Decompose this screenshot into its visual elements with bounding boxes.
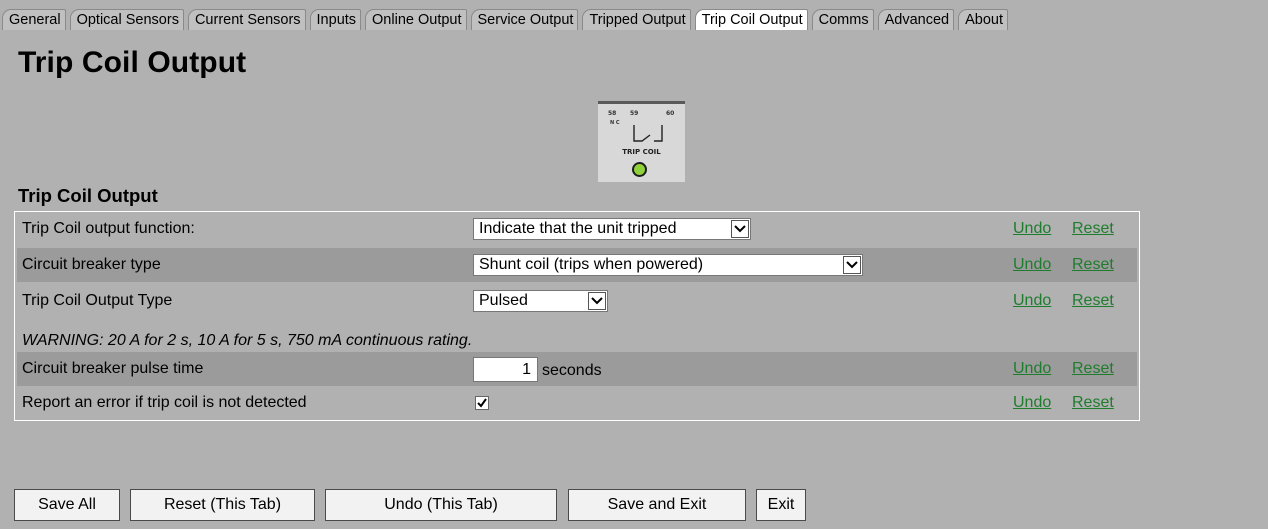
reset-link[interactable]: Reset <box>1072 212 1114 246</box>
label-report-error: Report an error if trip coil is not dete… <box>22 394 307 411</box>
tab-current-sensors[interactable]: Current Sensors <box>187 9 306 30</box>
label-circuit-breaker-type: Circuit breaker type <box>22 256 161 273</box>
settings-panel: Trip Coil output function: Indicate that… <box>14 211 1140 421</box>
tab-content: Trip Coil Output 58 59 60 N C TRIP COIL … <box>0 30 1268 529</box>
select-value: Shunt coil (trips when powered) <box>479 256 704 273</box>
tab-inputs[interactable]: Inputs <box>309 9 362 30</box>
tab-bar: General Optical Sensors Current Sensors … <box>2 9 1008 30</box>
trip-coil-graphic: 58 59 60 N C TRIP COIL <box>598 101 685 182</box>
undo-link[interactable]: Undo <box>1013 352 1051 386</box>
reset-link[interactable]: Reset <box>1072 352 1114 386</box>
tab-advanced[interactable]: Advanced <box>877 9 955 30</box>
tab-trip-coil-output[interactable]: Trip Coil Output <box>694 9 808 30</box>
checkmark-icon <box>477 398 487 408</box>
row-trip-coil-function: Trip Coil output function: Indicate that… <box>17 212 1137 246</box>
chevron-down-icon <box>843 256 861 274</box>
chevron-down-icon <box>731 220 749 238</box>
select-value: Indicate that the unit tripped <box>479 220 677 237</box>
report-error-checkbox[interactable] <box>475 396 489 410</box>
reset-link[interactable]: Reset <box>1072 284 1114 318</box>
row-report-error: Report an error if trip coil is not dete… <box>17 386 1137 420</box>
tab-about[interactable]: About <box>958 9 1008 30</box>
label-pulse-time: Circuit breaker pulse time <box>22 360 204 377</box>
row-circuit-breaker-type: Circuit breaker type Shunt coil (trips w… <box>17 248 1137 282</box>
chevron-down-icon <box>588 292 606 310</box>
select-trip-coil-output-type[interactable]: Pulsed <box>473 290 608 312</box>
section-title: Trip Coil Output <box>18 185 158 206</box>
label-trip-coil-output-type: Trip Coil Output Type <box>22 292 173 309</box>
tab-tripped-output[interactable]: Tripped Output <box>582 9 691 30</box>
label-trip-coil-function: Trip Coil output function: <box>22 220 195 237</box>
save-and-exit-button[interactable]: Save and Exit <box>568 489 746 521</box>
row-pulse-time: Circuit breaker pulse time 1 seconds Und… <box>17 352 1137 386</box>
page-title: Trip Coil Output <box>18 46 247 79</box>
undo-link[interactable]: Undo <box>1013 248 1051 282</box>
undo-tab-button[interactable]: Undo (This Tab) <box>325 489 557 521</box>
select-trip-coil-function[interactable]: Indicate that the unit tripped <box>473 218 751 240</box>
tab-optical-sensors[interactable]: Optical Sensors <box>69 9 184 30</box>
pulse-time-input[interactable]: 1 <box>473 357 538 382</box>
pulse-time-unit: seconds <box>542 362 602 379</box>
reset-link[interactable]: Reset <box>1072 248 1114 282</box>
tab-online-output[interactable]: Online Output <box>365 9 467 30</box>
exit-button[interactable]: Exit <box>756 489 806 521</box>
tab-comms[interactable]: Comms <box>811 9 874 30</box>
undo-link[interactable]: Undo <box>1013 212 1051 246</box>
status-led-icon <box>632 162 647 177</box>
undo-link[interactable]: Undo <box>1013 284 1051 318</box>
row-trip-coil-output-type: Trip Coil Output Type Pulsed Undo Reset <box>17 284 1137 318</box>
warning-text: WARNING: 20 A for 2 s, 10 A for 5 s, 750… <box>22 332 473 349</box>
save-all-button[interactable]: Save All <box>14 489 120 521</box>
trip-coil-label: TRIP COIL <box>622 148 661 156</box>
tab-general[interactable]: General <box>2 9 66 30</box>
tab-service-output[interactable]: Service Output <box>470 9 579 30</box>
reset-link[interactable]: Reset <box>1072 386 1114 420</box>
undo-link[interactable]: Undo <box>1013 386 1051 420</box>
select-value: Pulsed <box>479 292 528 309</box>
select-circuit-breaker-type[interactable]: Shunt coil (trips when powered) <box>473 254 863 276</box>
reset-tab-button[interactable]: Reset (This Tab) <box>130 489 315 521</box>
